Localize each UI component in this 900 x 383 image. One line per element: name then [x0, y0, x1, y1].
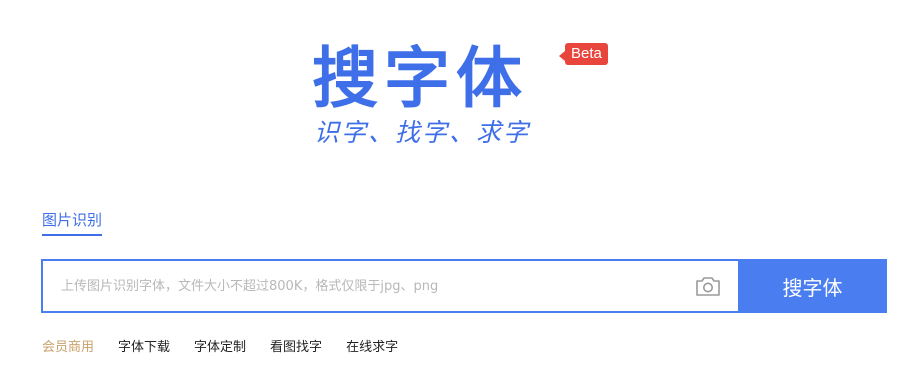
search-button[interactable]: 搜字体	[738, 259, 887, 313]
logo-slogan: 识字、找字、求字	[314, 118, 531, 147]
nav-member-commercial[interactable]: 会员商用	[42, 339, 94, 357]
nav-font-download[interactable]: 字体下载	[118, 339, 170, 357]
site-logo[interactable]: 搜字体 Beta 识字、找字、求字	[312, 40, 612, 160]
camera-icon[interactable]	[695, 275, 721, 297]
nav-find-by-image[interactable]: 看图找字	[270, 339, 322, 357]
search-input[interactable]	[61, 261, 661, 311]
nav-online-request[interactable]: 在线求字	[346, 339, 398, 357]
logo-title: 搜字体	[312, 40, 528, 117]
quick-links: 会员商用 字体下载 字体定制 看图找字 在线求字	[42, 339, 398, 357]
beta-badge: Beta	[559, 43, 608, 65]
search-box	[41, 259, 738, 313]
nav-font-custom[interactable]: 字体定制	[194, 339, 246, 357]
tab-image-recognition[interactable]: 图片识别	[42, 210, 103, 236]
